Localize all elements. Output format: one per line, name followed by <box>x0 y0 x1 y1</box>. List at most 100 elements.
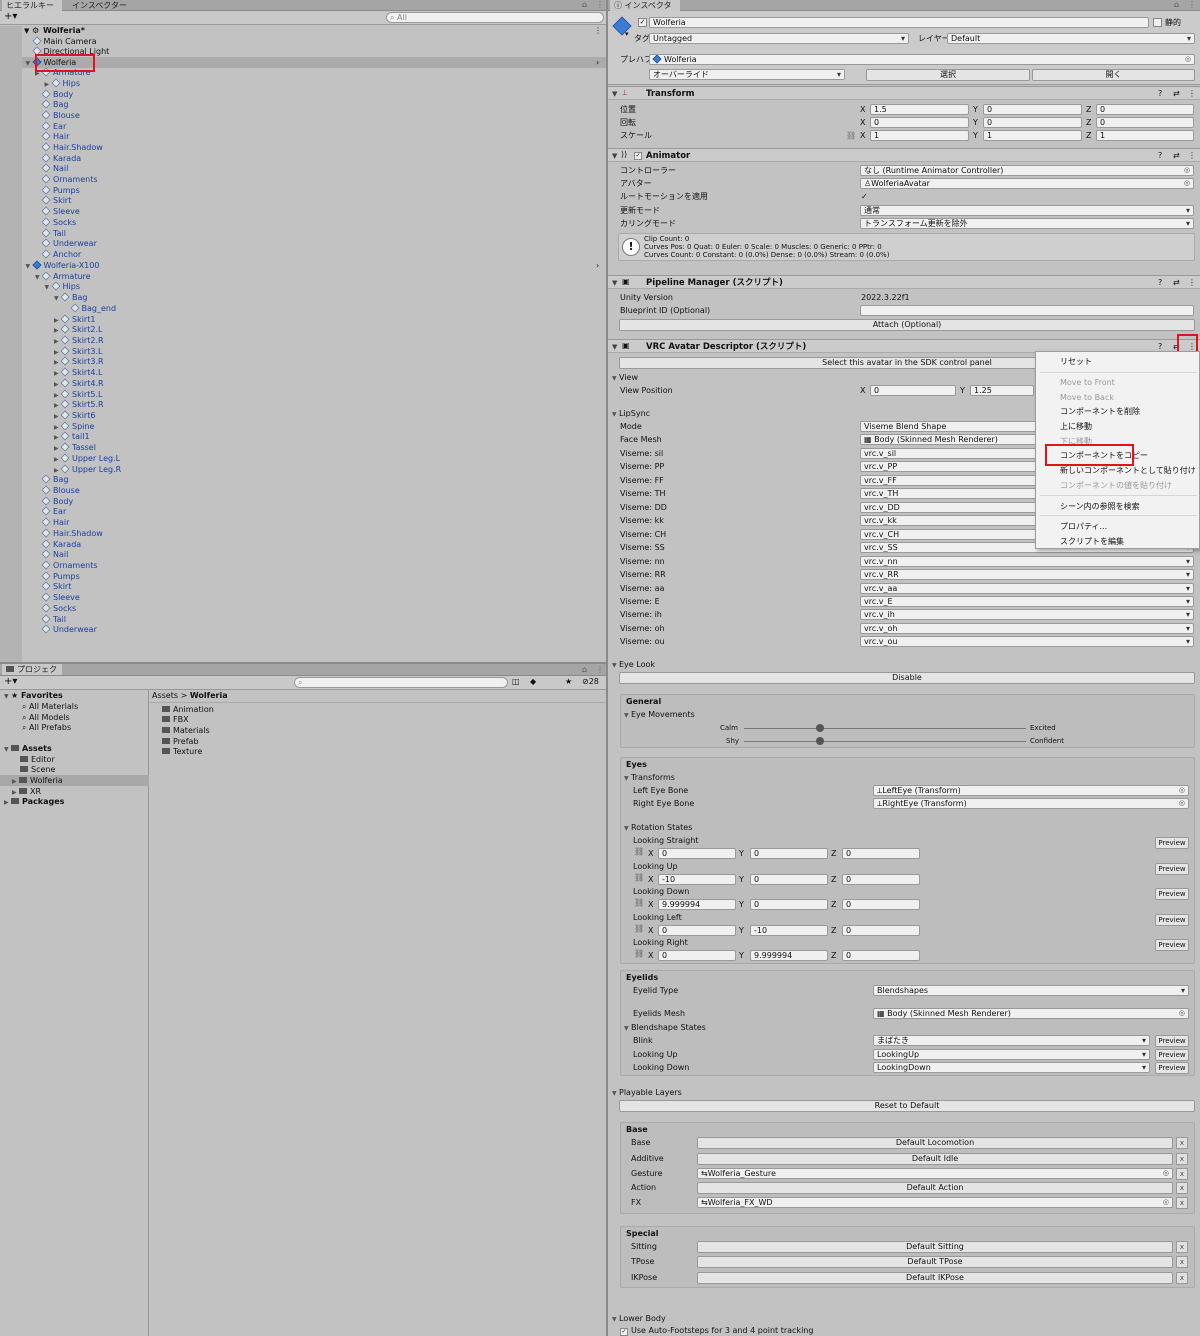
expand-arrow-icon[interactable]: ▶ <box>54 358 61 368</box>
link-icon[interactable]: ⛓ <box>846 131 856 141</box>
layer-controller-field[interactable]: ⇆Wolferia_FX_WD <box>697 1197 1173 1208</box>
hierarchy-item[interactable]: ▶ Skirt2.R <box>54 335 104 347</box>
root-motion-checkbox[interactable]: ✓ <box>861 192 868 202</box>
expand-arrow-icon[interactable]: ▶ <box>54 444 61 454</box>
layer-default-button[interactable]: Default Action <box>697 1182 1173 1194</box>
hierarchy-item[interactable]: ▶ Skirt5.R <box>54 399 104 411</box>
expand-arrow-icon[interactable]: ▼ <box>26 59 33 69</box>
scene-expand-arrow[interactable]: ▼ <box>24 26 29 36</box>
rotation-y-input[interactable]: 0 <box>750 848 828 859</box>
folder-texture[interactable]: Texture <box>162 747 202 757</box>
shy-confident-slider[interactable] <box>816 737 825 745</box>
add-button[interactable]: +▾ <box>4 12 17 22</box>
lock-icon[interactable]: ⌂ <box>582 665 587 675</box>
blendshape-states-toggle[interactable]: ▼ Blendshape States <box>624 1023 706 1034</box>
checkbox-checked-icon[interactable]: ✓ <box>620 1328 628 1336</box>
hierarchy-item[interactable]: Hair.Shadow <box>35 528 103 539</box>
project-search-input[interactable]: ⌕ <box>294 677 508 688</box>
hierarchy-item[interactable]: ▶ Upper Leg.L <box>54 453 120 465</box>
hierarchy-item[interactable]: Ear <box>35 506 66 517</box>
transform-z-input[interactable]: 0 <box>1096 104 1194 115</box>
link-icon[interactable]: ⛓ <box>634 847 644 857</box>
link-icon[interactable]: ⛓ <box>634 873 644 883</box>
expand-arrow-icon[interactable]: ▶ <box>54 401 61 411</box>
hierarchy-item[interactable]: ▼ Hips <box>45 281 80 293</box>
rotation-states-toggle[interactable]: ▼ Rotation States <box>624 823 692 834</box>
disable-eye-look-button[interactable]: Disable <box>619 672 1195 684</box>
preview-button[interactable]: Preview <box>1155 1062 1189 1074</box>
layer-dropdown[interactable]: Default <box>947 33 1195 44</box>
transform-y-input[interactable]: 0 <box>983 104 1082 115</box>
culling-mode-dropdown[interactable]: トランスフォーム更新を除外 <box>860 218 1194 229</box>
window-divider[interactable] <box>606 0 608 1336</box>
tab-hierarchy[interactable]: ヒエラルキー <box>2 0 62 11</box>
expand-arrow-icon[interactable]: ▼ <box>26 262 33 272</box>
hierarchy-item[interactable]: Tail <box>35 228 66 239</box>
hierarchy-item[interactable]: Skirt <box>35 195 71 206</box>
chevron-right-icon[interactable]: › <box>596 58 599 68</box>
rotation-y-input[interactable]: 9.999994 <box>750 950 828 961</box>
transform-z-input[interactable]: 0 <box>1096 117 1194 128</box>
controller-field[interactable]: なし (Runtime Animator Controller) <box>860 165 1194 176</box>
attach-button[interactable]: Attach (Optional) <box>619 319 1195 331</box>
fav-all-models[interactable]: ⌕ All Models <box>22 713 70 723</box>
hierarchy-item[interactable]: Pumps <box>35 185 80 196</box>
folder-animation[interactable]: Animation <box>162 705 214 715</box>
add-asset-button[interactable]: +▾ <box>4 677 17 687</box>
asset-editor[interactable]: Editor <box>20 755 55 765</box>
hierarchy-item[interactable]: Underwear <box>35 238 97 249</box>
component-menu-icon[interactable]: ⋮ <box>1188 278 1196 288</box>
link-icon[interactable]: ⛓ <box>634 898 644 908</box>
preview-button[interactable]: Preview <box>1155 837 1189 849</box>
animator-enabled-checkbox[interactable]: ✓ <box>634 152 642 160</box>
filter-type-icon[interactable]: ◫ <box>512 677 520 687</box>
rotation-x-input[interactable]: 0 <box>658 924 736 936</box>
avatar-field[interactable]: ♙WolferiaAvatar <box>860 178 1194 189</box>
rotation-y-input[interactable]: 0 <box>750 899 828 910</box>
hierarchy-item[interactable]: Body <box>35 496 73 507</box>
collapse-arrow[interactable]: ▼ <box>612 151 617 161</box>
override-dropdown[interactable]: オーバーライド <box>649 69 845 80</box>
expand-arrow-icon[interactable]: ▶ <box>54 433 61 443</box>
active-checkbox[interactable]: ✓ <box>638 18 647 27</box>
asset-scene[interactable]: Scene <box>20 765 55 775</box>
help-icon[interactable]: ? <box>1158 89 1162 99</box>
folder-prefab[interactable]: Prefab <box>162 737 199 747</box>
playable-layers-section[interactable]: ▼ Playable Layers <box>612 1088 682 1099</box>
viseme-dropdown[interactable]: vrc.v_RR <box>860 569 1194 581</box>
help-icon[interactable]: ? <box>1158 278 1162 288</box>
hierarchy-item[interactable]: Sleeve <box>35 206 80 217</box>
blendshape-dropdown[interactable]: まばたき <box>873 1035 1150 1046</box>
layer-default-button[interactable]: Default TPose <box>697 1256 1173 1269</box>
rotation-y-input[interactable]: 0 <box>750 873 828 885</box>
hierarchy-item[interactable]: Karada <box>35 539 81 550</box>
collapse-arrow[interactable]: ▼ <box>612 278 617 288</box>
hierarchy-item[interactable]: Ear <box>35 121 66 132</box>
eye-look-section[interactable]: ▼ Eye Look <box>612 660 655 671</box>
expand-arrow-icon[interactable]: ▼ <box>45 283 52 293</box>
select-button[interactable]: 選択 <box>866 69 1030 81</box>
viseme-dropdown[interactable]: vrc.v_ih <box>860 609 1194 621</box>
hierarchy-item[interactable]: Pumps <box>35 571 80 582</box>
rotation-z-input[interactable]: 0 <box>842 950 920 961</box>
hierarchy-item[interactable]: Hair <box>35 131 69 142</box>
folder-fbx[interactable]: FBX <box>162 715 189 725</box>
fav-all-materials[interactable]: ⌕ All Materials <box>22 702 78 712</box>
rotation-z-input[interactable]: 0 <box>842 924 920 936</box>
transform-x-input[interactable]: 0 <box>870 117 969 128</box>
expand-arrow-icon[interactable]: ▶ <box>54 337 61 347</box>
hierarchy-item[interactable]: Socks <box>35 217 76 228</box>
hierarchy-item[interactable]: Bag_end <box>64 303 116 314</box>
preview-button[interactable]: Preview <box>1155 913 1189 926</box>
hierarchy-item[interactable]: Nail <box>35 163 68 174</box>
hierarchy-item[interactable]: ▼ Bag <box>54 292 87 304</box>
context-menu-item[interactable]: コンポーネントを削除 <box>1060 407 1140 417</box>
transform-y-input[interactable]: 0 <box>983 117 1082 128</box>
hierarchy-item[interactable]: ▶ Tassel <box>54 442 96 454</box>
menu-dots-icon[interactable]: ⋮ <box>596 665 604 675</box>
collapse-arrow[interactable]: ▼ <box>612 342 617 352</box>
hierarchy-item[interactable]: ▶ Skirt2.L <box>54 324 102 336</box>
remove-layer-button[interactable]: x <box>1176 1182 1188 1194</box>
transform-z-input[interactable]: 1 <box>1096 130 1194 141</box>
hierarchy-item[interactable]: Underwear <box>35 624 97 635</box>
